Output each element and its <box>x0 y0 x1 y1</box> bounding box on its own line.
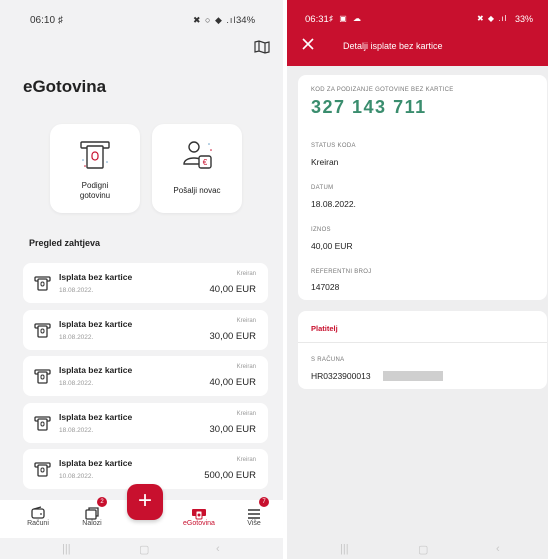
system-nav-bar: ||| ▢ ‹ <box>287 538 548 559</box>
request-item[interactable]: Isplata bez kartice 18.08.2022. Kreiran … <box>23 310 268 350</box>
request-date: 18.08.2022. <box>59 427 94 434</box>
atm-withdraw-icon <box>34 323 51 338</box>
request-amount: 500,00 EUR <box>204 470 256 481</box>
withdrawal-details-screen: 06:31 ♯ ▣ ☁ ✖ ◆ .ıl 33% Detalji isplate … <box>287 0 548 559</box>
request-title: Isplata bez kartice <box>59 272 133 282</box>
payer-card: Platitelj S RAČUNA HR0323900013 <box>298 311 547 389</box>
back-icon[interactable]: ‹ <box>496 543 500 555</box>
tab-nalozi[interactable]: 2 Nalozi <box>67 497 117 538</box>
date-value: 18.08.2022. <box>311 199 356 209</box>
request-item[interactable]: Isplata bez kartice 18.08.2022. Kreiran … <box>23 356 268 396</box>
wallet-icon <box>31 506 45 519</box>
request-title: Isplata bez kartice <box>59 365 133 375</box>
map-icon[interactable] <box>254 40 270 54</box>
recent-apps-icon[interactable]: ||| <box>340 543 349 555</box>
system-nav-bar: ||| ▢ ‹ <box>0 538 283 559</box>
amount-label: IZNOS <box>311 227 331 233</box>
request-title: Isplata bez kartice <box>59 412 133 422</box>
request-status: Kreiran <box>236 457 256 463</box>
request-date: 18.08.2022. <box>59 380 94 387</box>
orders-icon <box>85 507 99 520</box>
request-status: Kreiran <box>236 318 256 324</box>
withdrawal-code: 327 143 711 <box>311 97 427 117</box>
request-item[interactable]: Isplata bez kartice 18.08.2022. Kreiran … <box>23 263 268 303</box>
request-date: 18.08.2022. <box>59 287 94 294</box>
send-money-icon: € <box>183 141 212 169</box>
request-status: Kreiran <box>236 271 256 277</box>
tab-label: eGotovina <box>183 520 215 527</box>
atm-withdraw-icon <box>34 416 51 431</box>
request-amount: 30,00 EUR <box>209 424 256 435</box>
atm-withdraw-icon <box>80 141 110 169</box>
status-icons: ✖ ◆ .ıl <box>477 14 508 23</box>
egotovina-screen: 06:10 ♯ ✖ ○ ◆ .ıl 34% eGotovina Podigni … <box>0 0 283 559</box>
status-value: Kreiran <box>311 157 339 167</box>
request-amount: 40,00 EUR <box>209 377 256 388</box>
divider <box>298 342 547 343</box>
payer-title: Platitelj <box>311 324 338 333</box>
request-status: Kreiran <box>236 364 256 370</box>
withdraw-cash-label: Podigni gotovinu <box>79 181 111 200</box>
reference-label: REFERENTNI BROJ <box>311 269 372 275</box>
account-label: S RAČUNA <box>311 357 345 363</box>
header: 06:31 ♯ ▣ ☁ ✖ ◆ .ıl 33% Detalji isplate … <box>287 0 548 66</box>
page-title: eGotovina <box>23 77 107 96</box>
battery-level: 34% <box>236 15 256 26</box>
notification-badge: 7 <box>259 497 269 507</box>
request-item[interactable]: Isplata bez kartice 10.08.2022. Kreiran … <box>23 449 268 489</box>
request-date: 10.08.2022. <box>59 473 94 480</box>
atm-withdraw-icon <box>34 276 51 291</box>
tab-label: Nalozi <box>82 520 102 527</box>
request-status: Kreiran <box>236 411 256 417</box>
menu-icon <box>248 509 260 519</box>
status-bar: 06:10 ♯ ✖ ○ ◆ .ıl 34% <box>0 0 283 38</box>
status-time: 06:31 <box>305 14 329 25</box>
requests-section-title: Pregled zahtjeva <box>29 238 101 248</box>
request-title: Isplata bez kartice <box>59 458 133 468</box>
notification-badge: 2 <box>97 497 107 507</box>
tab-racuni[interactable]: Računi <box>13 500 63 538</box>
request-amount: 30,00 EUR <box>209 331 256 342</box>
code-label: KOD ZA PODIZANJE GOTOVINE BEZ KARTICE <box>311 87 454 93</box>
back-icon[interactable]: ‹ <box>216 543 220 555</box>
battery-level: 33% <box>515 14 534 24</box>
home-icon[interactable]: ▢ <box>139 543 149 556</box>
amount-value: 40,00 EUR <box>311 241 353 251</box>
tab-vise[interactable]: 7 Više <box>229 497 279 538</box>
request-date: 18.08.2022. <box>59 334 94 341</box>
status-icons: ✖ ○ ◆ .ıl <box>193 15 237 25</box>
tab-egotovina[interactable]: eGotovina <box>174 500 224 538</box>
recent-apps-icon[interactable]: ||| <box>62 543 71 555</box>
status-icons: ♯ ▣ ☁ <box>329 14 364 23</box>
request-amount: 40,00 EUR <box>209 284 256 295</box>
status-label: STATUS KODA <box>311 143 356 149</box>
send-money-button[interactable]: € Pošalji novac <box>152 124 242 213</box>
details-card: KOD ZA PODIZANJE GOTOVINE BEZ KARTICE 32… <box>298 75 547 300</box>
redacted-block <box>383 371 443 381</box>
svg-text:€: € <box>203 158 208 167</box>
tab-label: Više <box>247 520 261 527</box>
add-button[interactable]: + <box>127 484 163 520</box>
date-label: DATUM <box>311 185 334 191</box>
cash-icon <box>192 509 206 520</box>
status-time: 06:10 <box>30 15 56 26</box>
request-item[interactable]: Isplata bez kartice 18.08.2022. Kreiran … <box>23 403 268 443</box>
home-icon[interactable]: ▢ <box>418 543 428 556</box>
status-notification-icon: ♯ <box>58 15 63 26</box>
atm-withdraw-icon <box>34 369 51 384</box>
atm-withdraw-icon <box>34 462 51 477</box>
account-value: HR0323900013 <box>311 371 371 381</box>
page-title: Detalji isplate bez kartice <box>343 41 443 51</box>
request-title: Isplata bez kartice <box>59 319 133 329</box>
withdraw-cash-button[interactable]: Podigni gotovinu <box>50 124 140 213</box>
tab-label: Računi <box>27 520 49 527</box>
reference-value: 147028 <box>311 282 340 292</box>
close-icon[interactable] <box>301 37 315 51</box>
send-money-label: Pošalji novac <box>173 186 221 195</box>
